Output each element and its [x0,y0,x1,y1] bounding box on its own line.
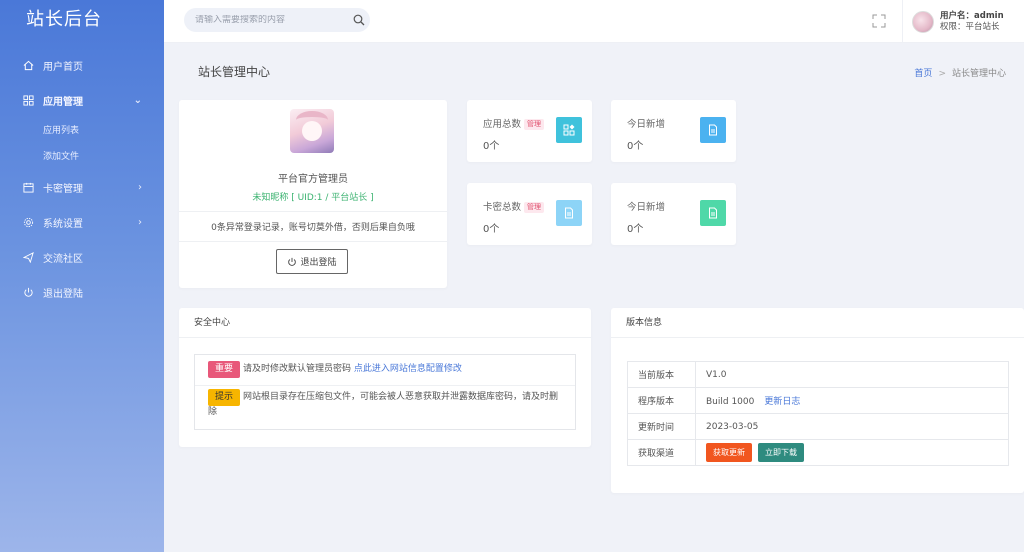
user-role: 权限：平台站长 [940,21,1000,32]
manage-badge[interactable]: 管理 [524,202,545,213]
tip-tag: 提示 [208,389,241,406]
chevron-down-icon: ⌄ [133,95,142,106]
apps-icon [556,117,582,143]
stat-value: 0个 [483,224,500,235]
sidebar-item-label: 应用管理 [43,97,83,108]
logout-button[interactable]: 退出登陆 [276,249,348,274]
stat-label: 应用总数 [483,119,522,130]
chevron-right-icon: › [138,182,142,193]
site-config-link[interactable]: 点此进入网站信息配置修改 [354,364,462,374]
table-cell-key: 当前版本 [627,361,696,388]
breadcrumb-current: 站长管理中心 [951,69,1006,79]
stat-value: 0个 [483,141,500,152]
sidebar-item-user-home[interactable]: 用户首页 [0,48,164,83]
login-record-message: 0条异常登录记录，账号切莫外借，否则后果自负哦 [211,223,415,233]
notice-important: 重要 请及时修改默认管理员密码 点此进入网站信息配置修改 [208,361,564,378]
fullscreen-icon[interactable] [872,14,886,28]
profile-card: 平台官方管理员 未知昵称 [ UID:1 / 平台站长 ] 0条异常登录记录，账… [179,100,447,288]
table-row: 更新时间 2023-03-05 [627,413,1009,440]
stat-card-app-today: 今日新增 0个 [611,100,736,162]
download-now-button[interactable]: 立即下载 [758,443,804,462]
document-icon [700,117,726,143]
table-cell-key: 获取渠道 [627,439,696,466]
sidebar-item-logout[interactable]: 退出登陆 [0,275,164,310]
page-title: 站长管理中心 [198,65,271,79]
version-table: 当前版本 V1.0 程序版本 Build 1000 更新日志 更新时间 2023-… [627,361,1009,466]
manage-badge[interactable]: 管理 [524,119,545,130]
stat-value: 0个 [627,224,644,235]
sidebar-item-label: 卡密管理 [43,184,83,195]
logout-button-label: 退出登陆 [300,258,337,268]
important-tag: 重要 [208,361,241,378]
card-title: 版本信息 [611,308,1024,338]
brand-title: 站长后台 [26,9,102,30]
search-box [184,8,370,32]
sidebar-item-label: 用户首页 [43,62,83,73]
table-cell-key: 程序版本 [627,387,696,414]
avatar [912,10,934,33]
profile-avatar [290,109,334,153]
stat-label: 卡密总数 [483,202,522,213]
sidebar-nav: 用户首页 应用管理 ⌄ 应用列表 添加文件 卡密管理 › 系统设置 › 交流社区… [0,48,164,310]
breadcrumb: 首页 > 站长管理中心 [914,66,1006,79]
table-cell-key: 更新时间 [627,413,696,440]
notice-text: 请及时修改默认管理员密码 [243,364,352,374]
table-cell-value: 2023-03-05 [695,413,1009,440]
sidebar-item-card-manage[interactable]: 卡密管理 › [0,170,164,205]
sidebar-item-community[interactable]: 交流社区 [0,240,164,275]
stat-card-card-today: 今日新增 0个 [611,183,736,245]
top-header: 用户名：admin 权限：平台站长 [164,0,1024,43]
send-icon [22,252,34,264]
username: 用户名：admin [940,10,1004,21]
table-row: 当前版本 V1.0 [627,361,1009,388]
sidebar: 站长后台 用户首页 应用管理 ⌄ 应用列表 添加文件 卡密管理 › 系统设置 ›… [0,0,164,552]
breadcrumb-home-link[interactable]: 首页 [914,69,932,79]
notice-text: 网站根目录存在压缩包文件，可能会被人恶意获取并泄露数据库密码，请及时删除 [208,392,559,417]
version-info-card: 版本信息 当前版本 V1.0 程序版本 Build 1000 更新日志 更新时间 … [611,308,1024,493]
sidebar-item-label: 交流社区 [43,254,83,265]
changelog-link[interactable]: 更新日志 [764,397,800,407]
document-icon [556,200,582,226]
grid-icon [22,95,34,107]
card-title: 安全中心 [179,308,591,338]
sidebar-item-settings[interactable]: 系统设置 › [0,205,164,240]
sidebar-item-label: 系统设置 [43,219,83,230]
search-icon[interactable] [348,14,370,26]
document-icon [700,200,726,226]
notice-box: 重要 请及时修改默认管理员密码 点此进入网站信息配置修改 提示 网站根目录存在压缩包… [194,354,576,430]
chevron-right-icon: › [138,217,142,228]
home-icon [22,60,34,72]
sidebar-subitem-app-list[interactable]: 应用列表 [0,118,164,144]
stat-card-card-total: 卡密总数 管理 0个 [467,183,592,245]
power-icon [22,287,34,299]
table-row: 程序版本 Build 1000 更新日志 [627,387,1009,414]
stat-label: 今日新增 [627,119,666,130]
security-center-card: 安全中心 重要 请及时修改默认管理员密码 点此进入网站信息配置修改 提示 网站根目录… [179,308,591,447]
divider [195,385,575,386]
calendar-icon [22,182,34,194]
sidebar-item-app-manage[interactable]: 应用管理 ⌄ [0,83,164,118]
stat-label: 今日新增 [627,202,666,213]
divider [179,241,447,242]
profile-name: 平台官方管理员 [278,174,348,185]
sidebar-item-label: 退出登陆 [43,289,83,300]
table-cell-value: V1.0 [695,361,1009,388]
gear-icon [22,217,34,229]
profile-subtitle: 未知昵称 [ UID:1 / 平台站长 ] [252,193,374,203]
user-menu[interactable]: 用户名：admin 权限：平台站长 [902,0,1024,43]
divider [179,211,447,212]
stat-value: 0个 [627,141,644,152]
breadcrumb-separator: > [938,69,946,79]
notice-tip: 提示 网站根目录存在压缩包文件，可能会被人恶意获取并泄露数据库密码，请及时删除 [208,389,564,419]
table-cell-value: Build 1000 [706,397,755,407]
table-row: 获取渠道 获取更新 立即下载 [627,439,1009,466]
get-update-button[interactable]: 获取更新 [706,443,752,462]
stat-card-app-total: 应用总数 管理 0个 [467,100,592,162]
power-icon [288,257,297,266]
search-input[interactable] [184,15,348,25]
sidebar-subitem-add-file[interactable]: 添加文件 [0,144,164,170]
